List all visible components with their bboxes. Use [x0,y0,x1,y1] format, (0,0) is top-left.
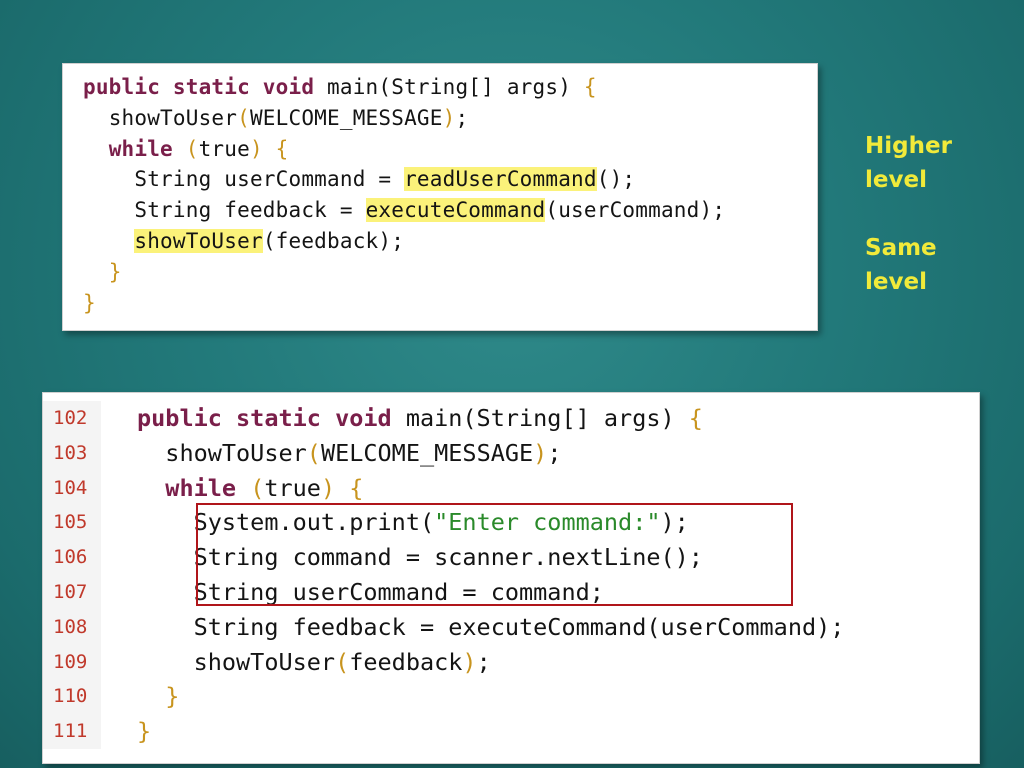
keyword: while [108,136,173,161]
code-line: String feedback = executeCommand(userCom… [83,195,817,226]
code-text: String userCommand = [134,167,405,192]
line-number: 103 [43,435,101,471]
top-code-snippet: public static void main(String[] args) {… [62,63,818,331]
code-text: true [264,473,321,502]
code-text: true [198,136,250,161]
code-line: String userCommand = readUserCommand(); [83,164,817,195]
brace: { [275,136,289,161]
highlighted-call: executeCommand [365,198,546,223]
brace: } [108,259,122,284]
code-text: (feedback); [262,228,405,253]
bottom-code-snippet: 102 public static void main(String[] arg… [42,392,980,764]
code-line: 106 String command = scanner.nextLine(); [43,540,979,575]
brace: { [349,473,364,502]
brace: } [83,290,96,315]
keyword: public static void [137,404,392,432]
code-line: 111 } [43,714,979,749]
paren: ( [250,473,265,502]
code-text: ; [547,438,562,467]
paren: ( [237,105,250,130]
code-text: String userCommand = command; [193,577,604,606]
code-line: 107 String userCommand = command; [43,574,979,610]
line-number: 109 [43,644,101,680]
paren: ) [462,647,477,676]
paren: ) [320,473,336,502]
code-line: showToUser(WELCOME_MESSAGE); [83,103,817,134]
code-line: 102 public static void main(String[] arg… [43,401,979,436]
code-text: showToUser [193,647,336,676]
paren: ( [185,136,199,161]
string-literal: "Enter command:" [434,508,661,537]
code-text: System.out.print( [193,508,435,537]
highlighted-call: readUserCommand [404,167,597,192]
code-line: 105 System.out.print("Enter command:"); [43,505,979,541]
code-text: showToUser [165,438,307,467]
code-text: main(String[] args) [314,75,584,99]
code-line: while (true) { [83,134,817,165]
line-number: 111 [43,714,101,749]
brace: } [165,682,180,711]
code-text: WELCOME_MESSAGE [249,105,443,130]
paren: ( [335,647,350,676]
code-text: (userCommand); [545,198,726,223]
higher-level-label: Higher level [865,133,952,193]
code-line: public static void main(String[] args) { [83,72,817,103]
brace: { [583,75,597,99]
code-text: WELCOME_MESSAGE [320,438,534,467]
paren: ) [442,105,456,130]
code-text: main(String[] args) [391,404,689,432]
paren: ( [306,438,321,467]
same-level-label: Same level [865,235,937,295]
code-text: ; [476,647,491,676]
code-text: ); [660,508,689,537]
line-number: 107 [43,574,101,610]
code-line: } [83,257,817,288]
code-text: feedback [349,647,463,676]
code-text: String feedback = [134,198,366,223]
line-number: 102 [43,401,101,436]
code-text: String feedback = executeCommand(userCom… [193,612,845,641]
keyword: public static void [83,75,315,99]
brace: } [137,717,152,746]
line-number: 105 [43,505,101,541]
code-line: showToUser(feedback); [83,226,817,257]
line-number: 104 [43,470,101,506]
code-line: 108 String feedback = executeCommand(use… [43,609,979,645]
code-line: } [83,288,817,319]
line-number: 106 [43,540,101,575]
paren: ) [533,438,548,467]
highlighted-call: showToUser [134,228,263,253]
code-text: showToUser [108,105,238,130]
code-line: 109 showToUser(feedback); [43,644,979,680]
code-text: ; [455,105,469,130]
code-text: String command = scanner.nextLine(); [193,543,703,572]
paren: ) [249,136,263,161]
line-number: 108 [43,609,101,645]
code-text: (); [596,167,636,192]
brace: { [688,404,703,432]
keyword: while [165,473,237,502]
line-number: 110 [43,679,101,715]
code-line: 110 } [43,679,979,715]
code-line: 104 while (true) { [43,470,979,506]
code-line: 103 showToUser(WELCOME_MESSAGE); [43,435,979,471]
